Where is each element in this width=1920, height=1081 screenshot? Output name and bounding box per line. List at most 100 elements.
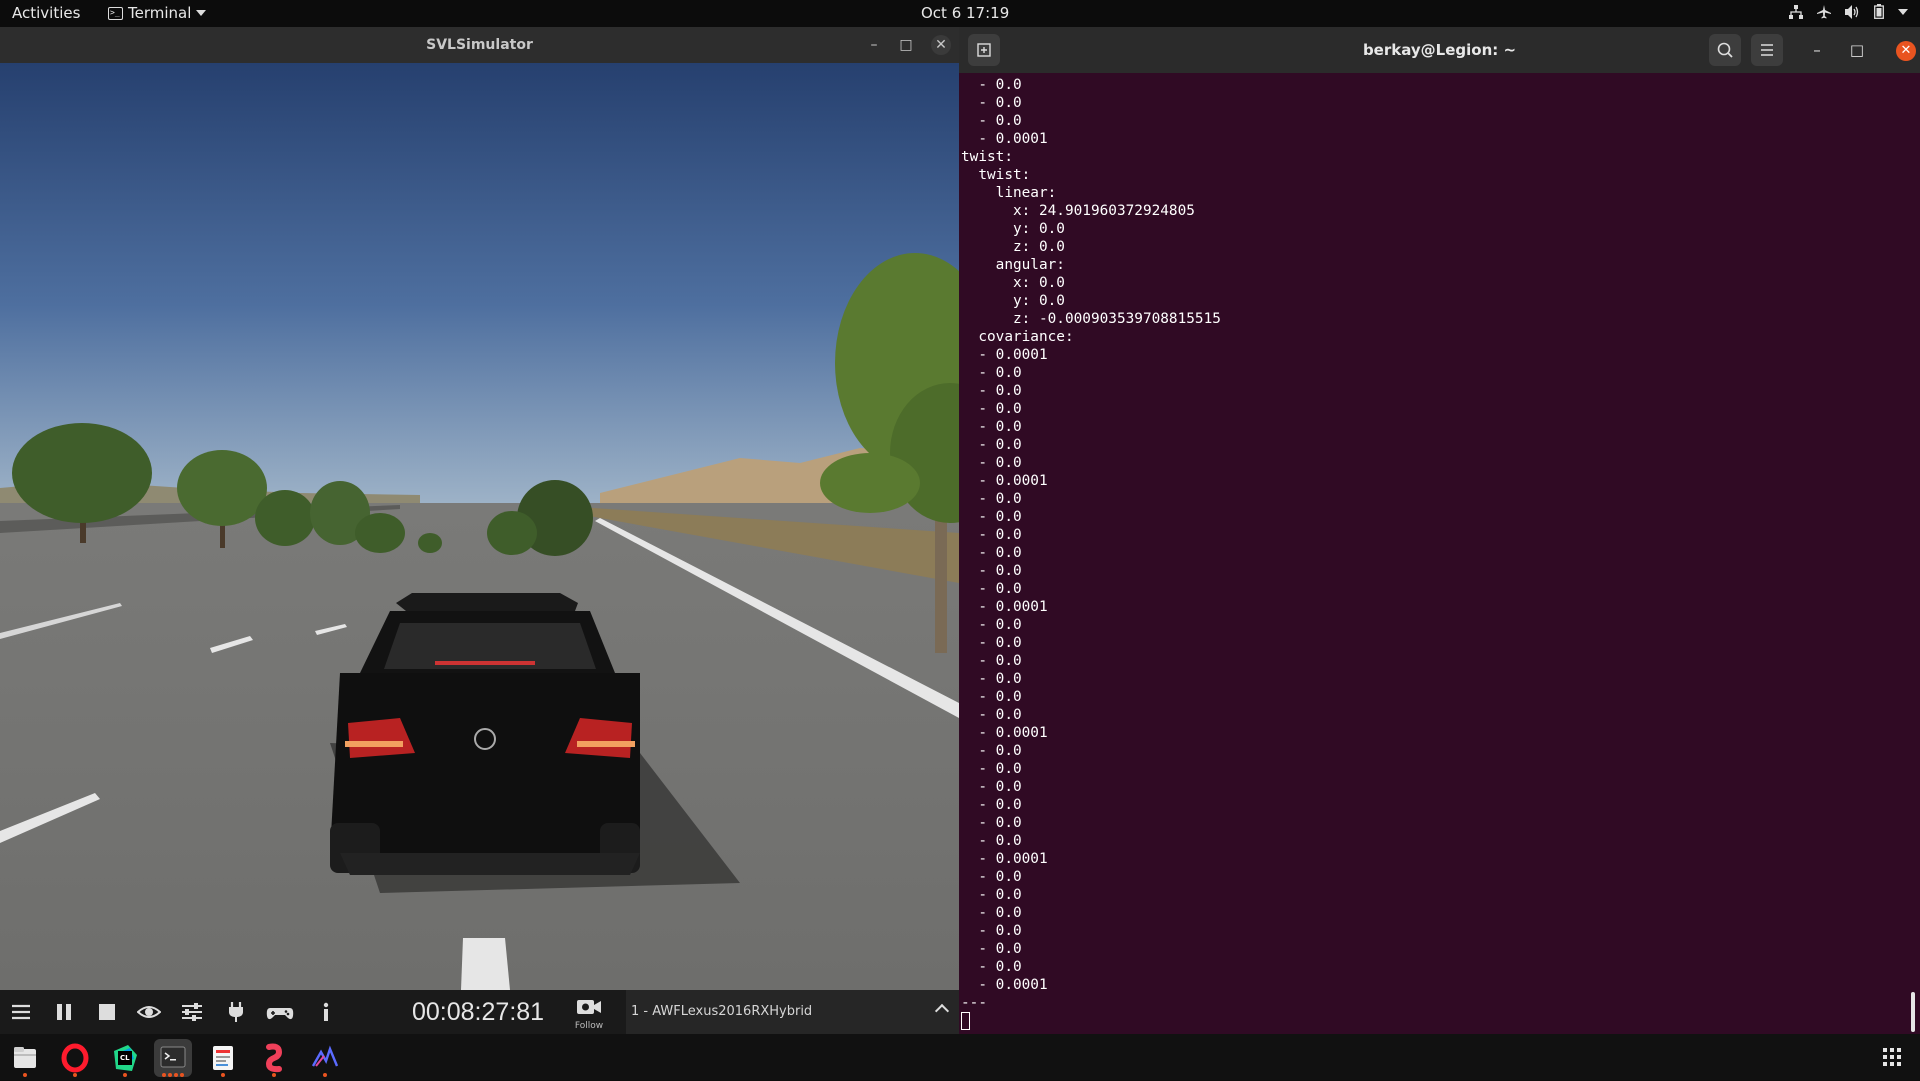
- app-menu-terminal[interactable]: >_ Terminal: [108, 4, 207, 22]
- sliders-icon[interactable]: [180, 1000, 204, 1024]
- terminal-line: - 0.0: [961, 563, 1022, 579]
- terminal-line: - 0.0: [961, 923, 1022, 939]
- terminal-line: - 0.0: [961, 653, 1022, 669]
- terminal-line: - 0.0: [961, 617, 1022, 633]
- simulator-toolbar: 00:08:27:81 Follow 1 - AWFLexus2016RXHyb…: [0, 990, 959, 1034]
- terminal-line: z: 0.0: [961, 239, 1065, 255]
- hamburger-icon: [1761, 44, 1773, 56]
- terminal-line: - 0.0: [961, 887, 1022, 903]
- pause-icon[interactable]: [52, 1000, 76, 1024]
- search-icon: [1717, 42, 1733, 58]
- volume-icon: [1845, 4, 1859, 19]
- system-tray[interactable]: [1789, 4, 1908, 19]
- terminal-line: - 0.0: [961, 779, 1022, 795]
- terminal-line: - 0.0001: [961, 599, 1048, 615]
- terminal-line: x: 0.0: [961, 275, 1065, 291]
- camera-icon: [577, 1000, 601, 1014]
- stop-icon[interactable]: [95, 1000, 119, 1024]
- terminal-line: - 0.0: [961, 401, 1022, 417]
- sky: [0, 63, 959, 503]
- terminal-line: - 0.0: [961, 869, 1022, 885]
- running-indicator: [204, 1070, 242, 1077]
- dock-item-terminal[interactable]: [154, 1039, 192, 1077]
- network-icon: [1789, 4, 1803, 19]
- chevron-up-icon: [934, 1003, 950, 1019]
- terminal-line: - 0.0: [961, 419, 1022, 435]
- hamburger-menu-button[interactable]: [1751, 34, 1783, 66]
- close-button[interactable]: ✕: [1896, 41, 1916, 61]
- svg-text:CL: CL: [120, 1054, 130, 1062]
- dock: CL: [0, 1034, 1920, 1080]
- gamepad-icon[interactable]: [266, 1000, 294, 1024]
- terminal-line: - 0.0: [961, 941, 1022, 957]
- simulation-timer: 00:08:27:81: [412, 998, 545, 1026]
- terminal-line: y: 0.0: [961, 221, 1065, 237]
- app-menu-label: Terminal: [128, 4, 192, 22]
- menu-icon[interactable]: [9, 1000, 33, 1024]
- terminal-prompt-line[interactable]: [961, 1012, 1901, 1030]
- terminal-line: - 0.0: [961, 437, 1022, 453]
- terminal-line: - 0.0: [961, 77, 1022, 93]
- dock-item-files[interactable]: [6, 1039, 44, 1077]
- terminal-line: - 0.0: [961, 455, 1022, 471]
- terminal-line: - 0.0: [961, 509, 1022, 525]
- plug-icon[interactable]: [224, 1000, 248, 1024]
- search-button[interactable]: [1709, 34, 1741, 66]
- terminal-line: covariance:: [961, 329, 1074, 345]
- dock-item-opera[interactable]: [56, 1039, 94, 1077]
- chevron-down-icon: [196, 10, 207, 16]
- terminal-line: - 0.0001: [961, 725, 1048, 741]
- show-applications-icon[interactable]: [1882, 1047, 1902, 1067]
- vehicle-selector[interactable]: 1 - AWFLexus2016RXHybrid: [626, 990, 959, 1034]
- battery-icon: [1874, 4, 1884, 19]
- terminal-line: - 0.0001: [961, 347, 1048, 363]
- minimize-button[interactable]: –: [864, 35, 884, 55]
- terminal-line: - 0.0: [961, 581, 1022, 597]
- scrollbar-thumb[interactable]: [1911, 992, 1915, 1032]
- info-icon[interactable]: [314, 1000, 338, 1024]
- simulator-title: SVLSimulator: [426, 37, 533, 53]
- terminal-line: twist:: [961, 149, 1013, 165]
- airplane-icon: [1817, 4, 1831, 18]
- terminal-line: - 0.0: [961, 365, 1022, 381]
- text-cursor: [961, 1012, 970, 1030]
- follow-camera-button[interactable]: Follow: [572, 996, 606, 1032]
- terminal-line: - 0.0001: [961, 473, 1048, 489]
- terminal-window: berkay@Legion: ~ – □ ✕ - 0.0 - 0.0 - 0.0…: [959, 27, 1920, 1034]
- terminal-line: - 0.0001: [961, 131, 1048, 147]
- dock-item-document-viewer[interactable]: [204, 1039, 242, 1077]
- terminal-line: z: -0.000903539708815515: [961, 311, 1221, 327]
- minimize-button[interactable]: –: [1801, 34, 1833, 66]
- terminal-line: - 0.0: [961, 761, 1022, 777]
- terminal-line: y: 0.0: [961, 293, 1065, 309]
- terminal-line: - 0.0: [961, 635, 1022, 651]
- dock-item-plotjuggler[interactable]: [306, 1039, 344, 1077]
- running-indicator: [6, 1070, 44, 1077]
- terminal-line: - 0.0: [961, 743, 1022, 759]
- maximize-button[interactable]: □: [1841, 34, 1873, 66]
- terminal-output[interactable]: - 0.0 - 0.0 - 0.0 - 0.0001 twist: twist: …: [961, 76, 1901, 1034]
- eye-icon[interactable]: [137, 1000, 161, 1024]
- activities-button[interactable]: Activities: [12, 4, 80, 22]
- terminal-line: - 0.0: [961, 833, 1022, 849]
- dock-item-redis[interactable]: [255, 1039, 293, 1077]
- terminal-line: - 0.0: [961, 707, 1022, 723]
- running-indicator: [154, 1070, 192, 1077]
- terminal-line: ---: [961, 995, 987, 1011]
- clock[interactable]: Oct 6 17:19: [921, 4, 1009, 22]
- running-indicator: [106, 1070, 144, 1077]
- dock-item-clion[interactable]: CL: [106, 1039, 144, 1077]
- terminal-line: angular:: [961, 257, 1065, 273]
- close-button[interactable]: ✕: [931, 35, 951, 55]
- terminal-app-icon: >_: [108, 6, 123, 20]
- running-indicator: [306, 1070, 344, 1077]
- terminal-line: - 0.0: [961, 905, 1022, 921]
- maximize-button[interactable]: □: [896, 35, 916, 55]
- simulator-titlebar[interactable]: SVLSimulator – □ ✕: [0, 27, 959, 63]
- terminal-line: - 0.0001: [961, 977, 1048, 993]
- terminal-line: - 0.0: [961, 113, 1022, 129]
- simulation-viewport[interactable]: [0, 63, 959, 990]
- terminal-line: - 0.0: [961, 545, 1022, 561]
- terminal-headerbar[interactable]: berkay@Legion: ~ – □ ✕: [959, 27, 1920, 73]
- terminal-line: - 0.0: [961, 491, 1022, 507]
